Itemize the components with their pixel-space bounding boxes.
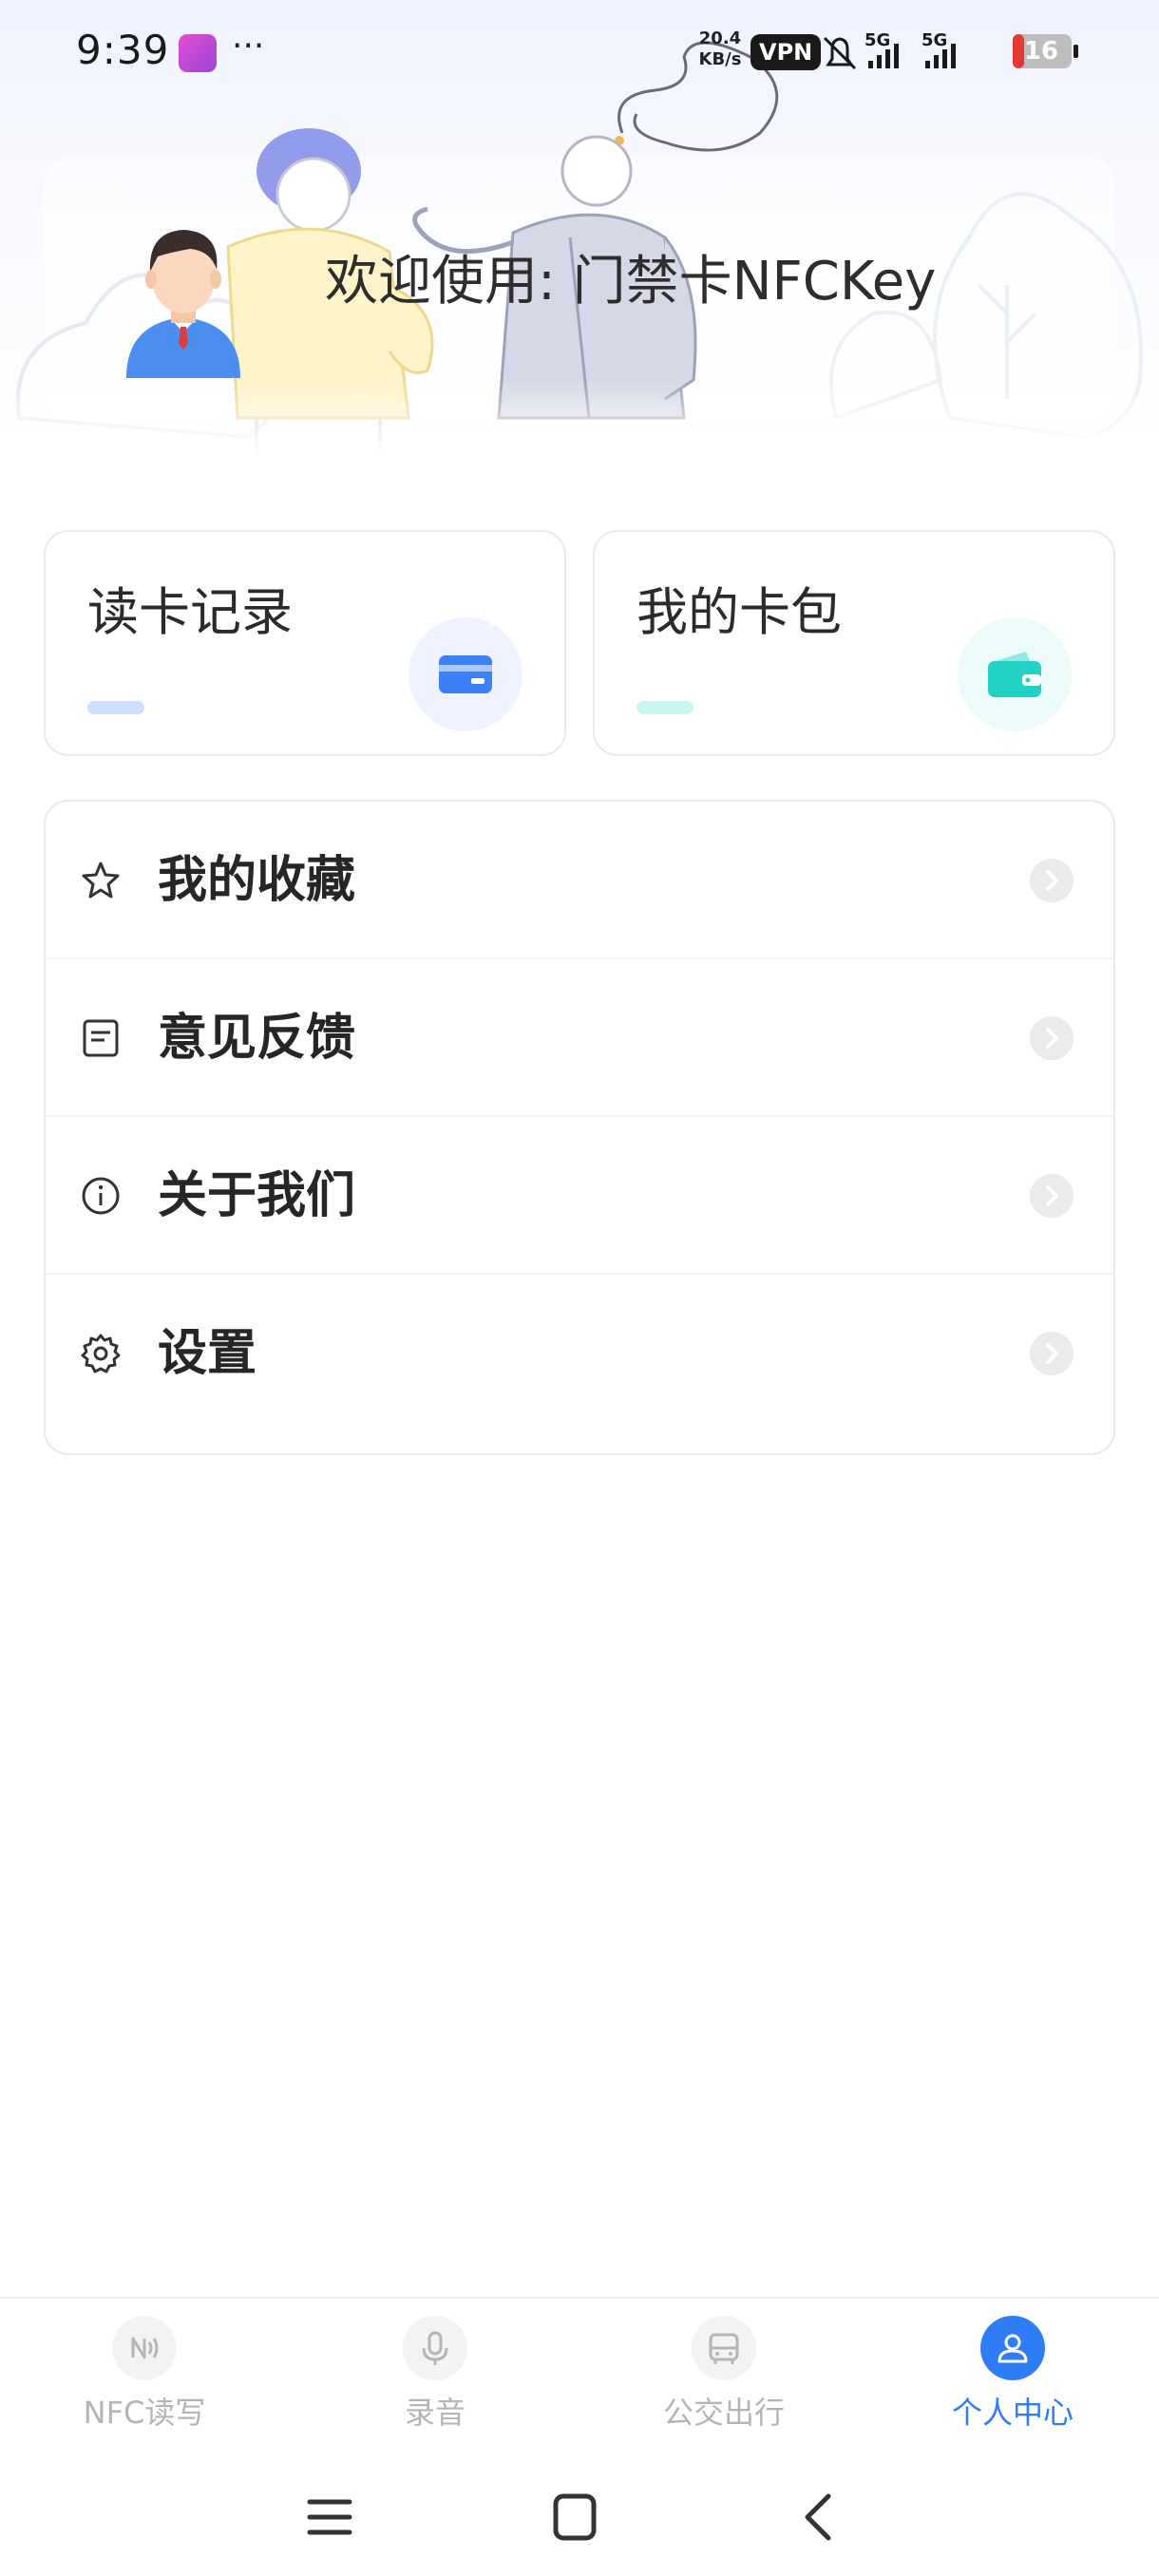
- chevron-right-icon: [1030, 859, 1074, 902]
- microphone-icon: [403, 2316, 467, 2380]
- wallet-icon-wrap: [958, 617, 1072, 731]
- nfc-icon: [112, 2316, 177, 2380]
- home-icon[interactable]: [542, 2489, 608, 2546]
- mute-bell-icon: [823, 36, 857, 70]
- chevron-right-icon: [1030, 1174, 1074, 1218]
- nav-label: 公交出行: [662, 2395, 785, 2431]
- menu-item-about[interactable]: 关于我们: [46, 1117, 1113, 1275]
- back-icon[interactable]: [787, 2489, 853, 2546]
- battery-level: 16: [1023, 37, 1059, 66]
- my-wallet-card[interactable]: 我的卡包: [593, 530, 1115, 756]
- read-card-record-card[interactable]: 读卡记录: [44, 530, 566, 756]
- feedback-icon: [83, 1019, 119, 1057]
- bus-icon: [692, 2316, 756, 2380]
- nav-label: NFC读写: [83, 2395, 206, 2431]
- status-time: 9:39: [76, 27, 170, 73]
- menu-list: 我的收藏 意见反馈 关于我们 设置: [44, 800, 1115, 1455]
- wallet-icon: [988, 652, 1041, 697]
- more-notifications-icon: ···: [232, 27, 265, 66]
- app-screen: 9:39 ··· 20.4 KB/s VPN 5G 5G 16 欢迎使用: 门禁…: [0, 0, 1159, 2576]
- nav-item-bus[interactable]: 公交出行: [610, 2299, 838, 2462]
- menu-item-label: 意见反馈: [158, 1010, 356, 1067]
- network-speed-unit: KB/s: [698, 49, 742, 69]
- quick-card-accent-bar: [87, 701, 144, 714]
- card-icon: [439, 655, 492, 693]
- vpn-badge: VPN: [750, 34, 822, 70]
- gear-icon: [81, 1334, 121, 1373]
- svg-text:5G: 5G: [864, 30, 890, 50]
- network-speed: 20.4 KB/s: [695, 28, 745, 70]
- card-icon-wrap: [408, 617, 522, 731]
- chevron-right-icon: [1030, 1332, 1074, 1375]
- chevron-right-icon: [1030, 1016, 1074, 1060]
- status-bar: 9:39 ··· 20.4 KB/s VPN 5G 5G 16: [0, 0, 1159, 104]
- nav-item-profile[interactable]: 个人中心: [899, 2299, 1127, 2462]
- menu-item-settings[interactable]: 设置: [46, 1275, 1113, 1432]
- menu-item-label: 关于我们: [158, 1167, 356, 1224]
- signal-5g-icon-2: 5G: [922, 30, 956, 68]
- welcome-title: 欢迎使用: 门禁卡NFCKey: [325, 251, 937, 313]
- menu-icon[interactable]: [296, 2489, 363, 2546]
- menu-item-feedback[interactable]: 意见反馈: [46, 959, 1113, 1117]
- info-icon: [82, 1177, 120, 1215]
- signal-5g-icon: 5G: [864, 30, 899, 68]
- quick-card-title: 我的卡包: [636, 582, 842, 642]
- network-speed-value: 20.4: [698, 28, 742, 48]
- bottom-nav: NFC读写 录音 公交出行 个人中心: [0, 2297, 1159, 2460]
- menu-item-label: 我的收藏: [158, 852, 356, 909]
- star-icon: [82, 862, 120, 899]
- menu-item-label: 设置: [158, 1325, 257, 1382]
- quick-card-accent-bar: [636, 701, 694, 714]
- nav-label: 个人中心: [951, 2395, 1074, 2431]
- nav-item-nfc[interactable]: NFC读写: [30, 2299, 258, 2462]
- svg-text:5G: 5G: [922, 30, 947, 50]
- nav-item-recording[interactable]: 录音: [321, 2299, 549, 2462]
- system-nav-bar: [0, 2460, 1159, 2576]
- avatar-icon[interactable]: [122, 211, 245, 378]
- nav-label: 录音: [404, 2395, 466, 2431]
- quick-card-title: 读卡记录: [87, 582, 293, 642]
- menu-item-favorites[interactable]: 我的收藏: [46, 802, 1113, 959]
- app-notification-icon: [179, 34, 217, 72]
- person-icon: [980, 2316, 1045, 2380]
